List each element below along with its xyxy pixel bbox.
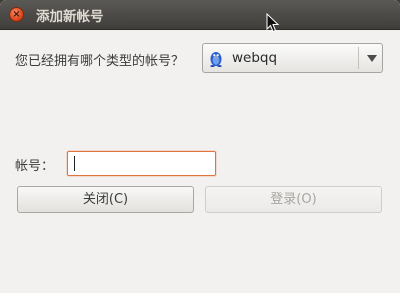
- close-button[interactable]: 关闭(C): [17, 186, 194, 213]
- text-caret: [74, 156, 75, 171]
- login-button[interactable]: 登录(O): [205, 186, 382, 213]
- chevron-down-icon[interactable]: [367, 55, 377, 62]
- account-type-value: webqq: [232, 50, 278, 66]
- qq-penguin-icon: [210, 52, 222, 67]
- mouse-pointer-icon: [266, 13, 280, 33]
- account-label: 帐号：: [15, 159, 55, 174]
- add-account-dialog: × 添加新帐号 您已经拥有哪个类型的帐号？ webqq 帐号： 关闭(C) 登录…: [0, 0, 400, 293]
- window-title: 添加新帐号: [36, 9, 104, 25]
- account-input[interactable]: [67, 151, 216, 176]
- window-close-button[interactable]: ×: [9, 7, 24, 22]
- account-type-combobox[interactable]: webqq: [202, 43, 383, 73]
- combobox-divider: [358, 47, 359, 69]
- account-type-question: 您已经拥有哪个类型的帐号？: [15, 54, 185, 69]
- title-bar: × 添加新帐号: [0, 0, 400, 30]
